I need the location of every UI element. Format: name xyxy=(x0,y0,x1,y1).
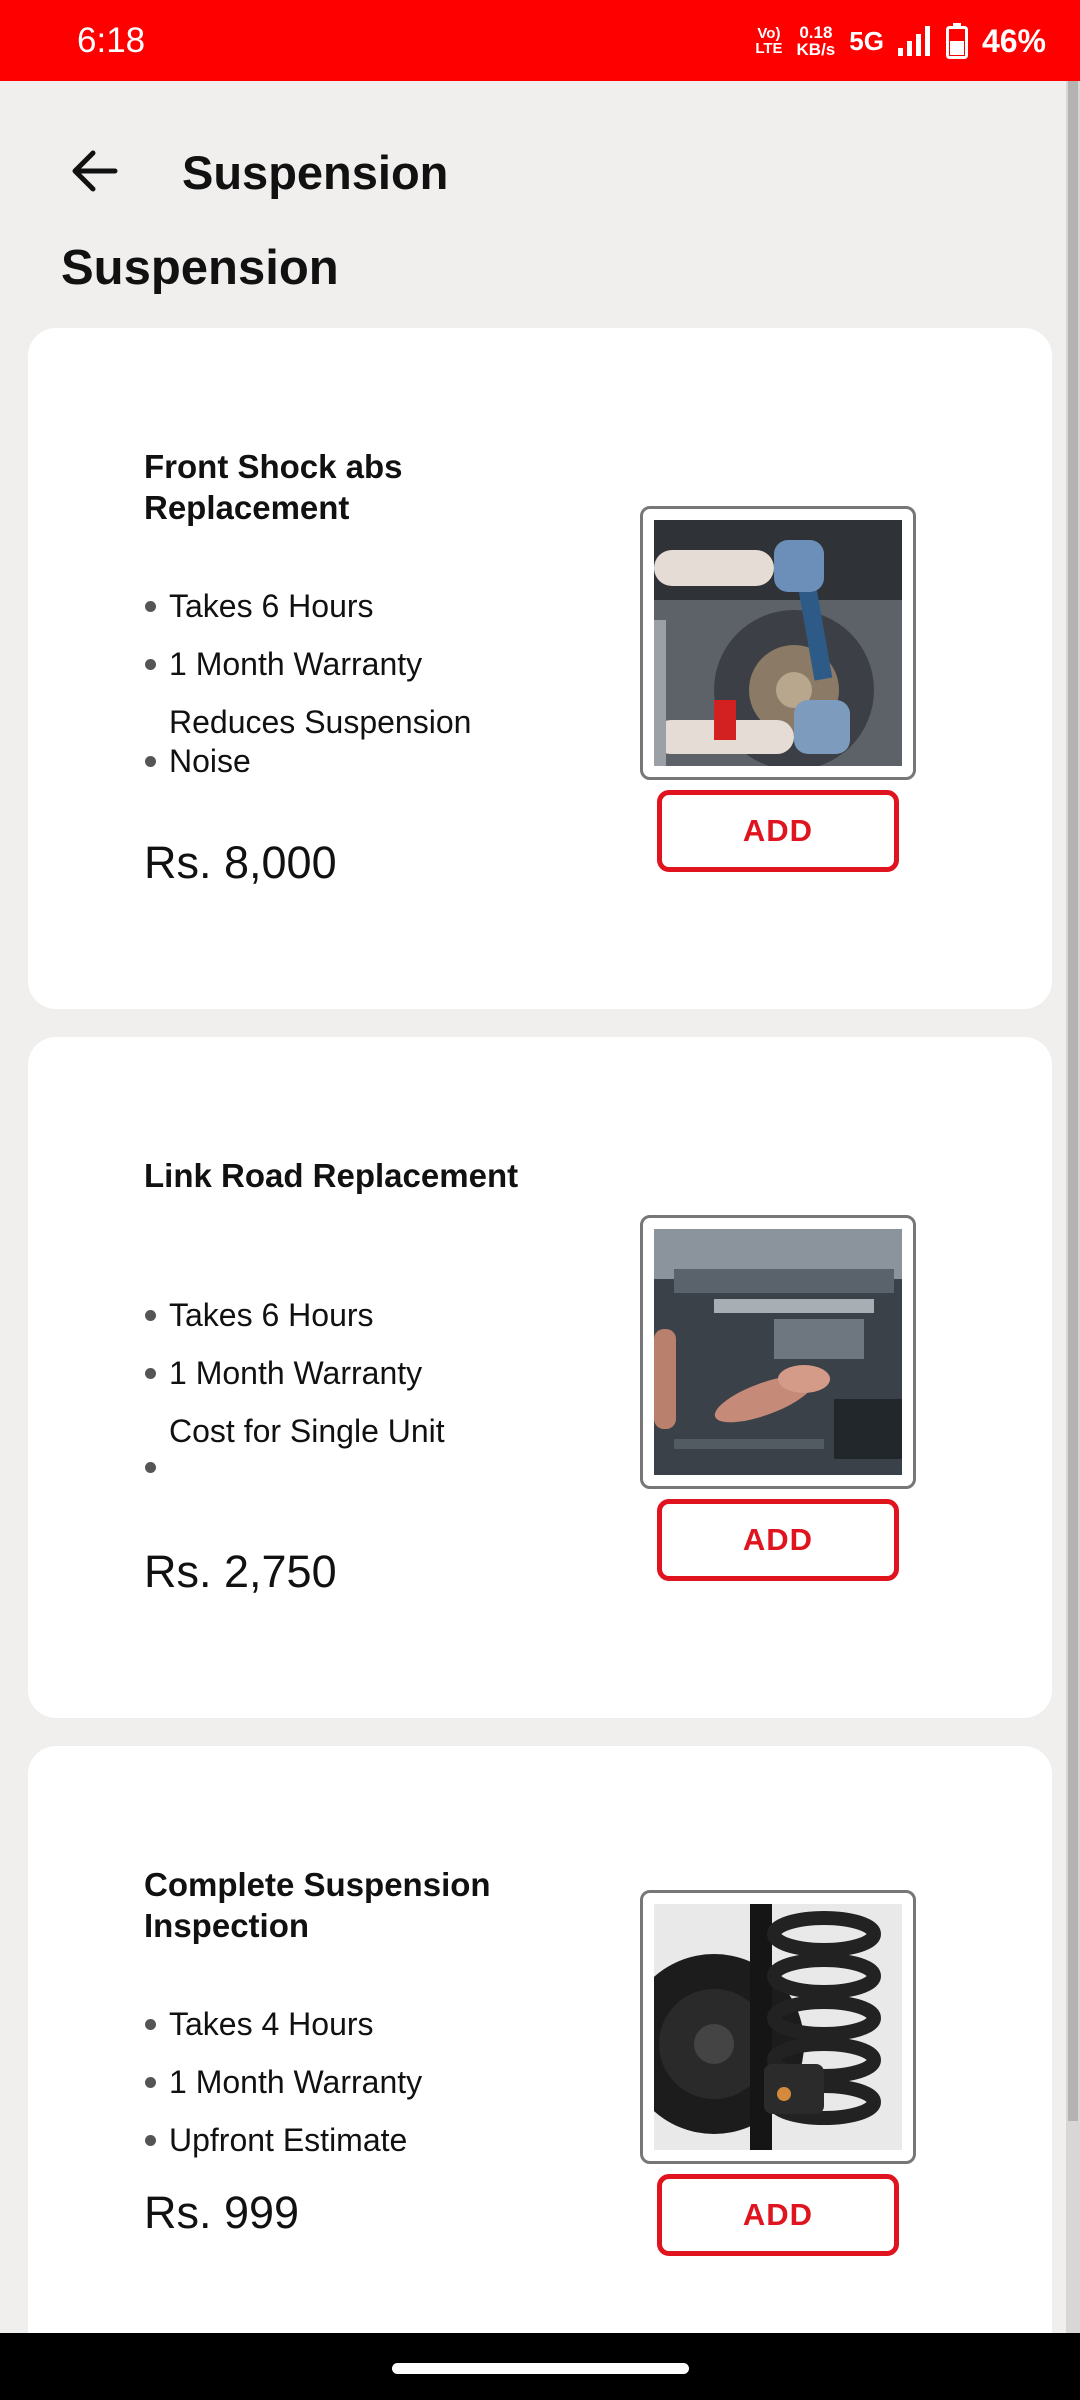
feature-list: Takes 6 Hours 1 Month Warranty Reduces S… xyxy=(144,587,544,800)
feature-item: 1 Month Warranty xyxy=(144,1354,544,1393)
battery-percent: 46% xyxy=(981,22,1046,59)
feature-item: Upfront Estimate xyxy=(144,2121,544,2160)
service-name: Complete Suspension Inspection xyxy=(144,1866,491,1944)
shock-absorber-photo xyxy=(654,520,902,766)
service-name: Front Shock abs Replacement xyxy=(144,448,403,526)
coil-spring-photo xyxy=(654,1904,902,2150)
service-image[interactable] xyxy=(640,1215,916,1489)
feature-item: 1 Month Warranty xyxy=(144,645,544,684)
signal-icon xyxy=(897,26,930,56)
home-gesture-handle[interactable] xyxy=(392,2363,689,2374)
feature-list: Takes 4 Hours 1 Month Warranty Upfront E… xyxy=(144,2005,544,2179)
network-speed: 0.18 KB/s xyxy=(797,24,836,58)
feature-list: Takes 6 Hours 1 Month Warranty Cost for … xyxy=(144,1296,544,1506)
add-button[interactable]: ADD xyxy=(657,1499,899,1581)
speed-value: 0.18 xyxy=(799,23,833,42)
service-price: Rs. 8,000 xyxy=(144,837,337,888)
battery-icon xyxy=(945,23,968,59)
volte-bottom: LTE xyxy=(755,40,783,57)
service-image[interactable] xyxy=(640,1890,916,2164)
feature-item: Takes 6 Hours xyxy=(144,587,544,626)
add-button[interactable]: ADD xyxy=(657,2174,899,2256)
service-card: Complete Suspension Inspection Takes 4 H… xyxy=(28,1746,1052,2400)
status-time: 6:18 xyxy=(77,21,146,60)
service-price: Rs. 999 xyxy=(144,2187,300,2238)
service-image[interactable] xyxy=(640,506,916,780)
service-name: Link Road Replacement xyxy=(144,1157,519,1194)
under-car-repair-photo xyxy=(654,1229,902,1475)
volte-top: Vo) xyxy=(757,25,781,42)
feature-item: Takes 4 Hours xyxy=(144,2005,544,2044)
service-card: Link Road Replacement Takes 6 Hours 1 Mo… xyxy=(28,1037,1052,1718)
status-icons: Vo) LTE 0.18 KB/s 5G 46% xyxy=(755,14,1046,68)
page-title: Suspension xyxy=(182,146,449,199)
volte-icon: Vo) LTE xyxy=(755,26,782,56)
network-type: 5G xyxy=(849,25,884,56)
service-card: Front Shock abs Replacement Takes 6 Hour… xyxy=(28,328,1052,1009)
feature-item: Reduces Suspension Noise xyxy=(144,703,544,781)
status-bar: 6:18 Vo) LTE 0.18 KB/s 5G 46% xyxy=(0,0,1080,81)
back-button[interactable] xyxy=(56,136,132,206)
feature-item: Cost for Single Unit xyxy=(144,1412,544,1487)
feature-item: 1 Month Warranty xyxy=(144,2063,544,2102)
speed-unit: KB/s xyxy=(796,40,836,59)
section-title: Suspension xyxy=(61,241,339,295)
feature-item: Takes 6 Hours xyxy=(144,1296,544,1335)
scrollbar-thumb[interactable] xyxy=(1068,81,1078,2121)
service-price: Rs. 2,750 xyxy=(144,1546,337,1597)
arrow-left-icon xyxy=(72,150,118,192)
add-button[interactable]: ADD xyxy=(657,790,899,872)
